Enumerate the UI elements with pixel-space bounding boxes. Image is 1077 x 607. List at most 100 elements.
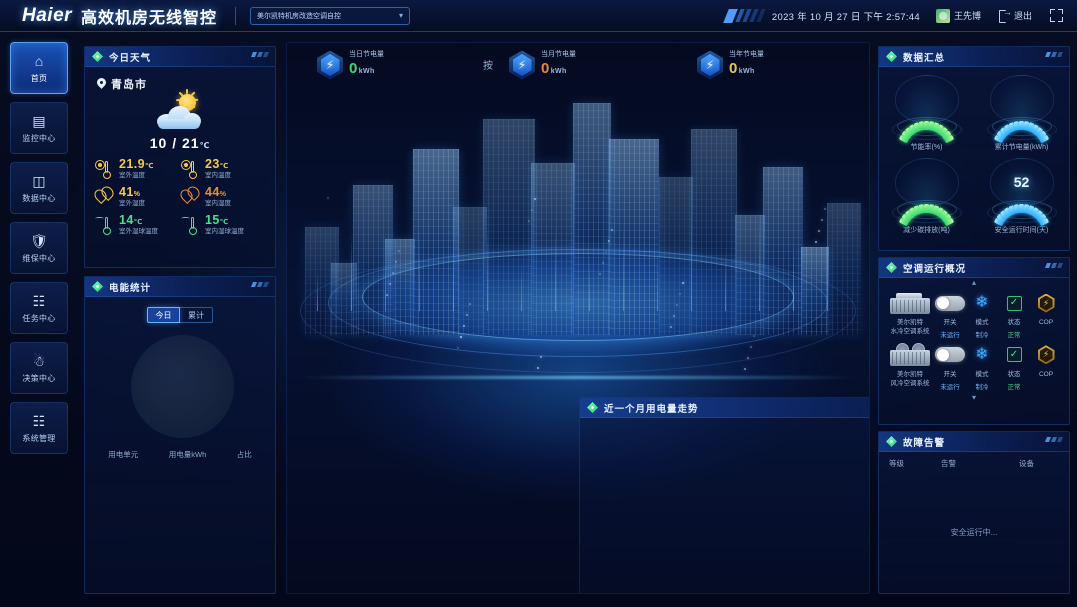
metric-label: 室外湿度 <box>119 200 145 208</box>
electricity-range-tabs: 今日 累计 <box>85 307 275 323</box>
weather-panel-header: 今日天气 <box>85 47 275 67</box>
header-right: 2023 年 10 月 27 日 下午 2:57:44 王先博 退出 <box>723 0 1077 31</box>
sidebar-item-label: 任务中心 <box>22 314 56 323</box>
gauge-visual <box>891 75 963 144</box>
temp-unit: ℃ <box>199 141 211 150</box>
building <box>483 119 535 335</box>
city-name: 青岛市 <box>111 79 147 91</box>
building <box>763 167 803 335</box>
ac-power-value: 未运行 <box>940 383 960 391</box>
weather-metric: 41% 室外湿度 <box>92 184 181 208</box>
metric-value: 44% <box>205 184 227 199</box>
water-chiller-icon <box>888 290 932 316</box>
diamond-icon <box>886 436 897 447</box>
chevron-down-icon[interactable]: ▾ <box>879 393 1069 402</box>
sidebar-item-home[interactable]: ⌂ 首页 <box>10 42 68 94</box>
brand-logo: Haier <box>22 4 73 26</box>
ac-power-value: 未运行 <box>940 331 960 339</box>
trend-panel-header: 近一个月用电量走势 <box>580 398 869 418</box>
metric-label: 室内湿度 <box>205 200 231 208</box>
avatar <box>935 8 950 23</box>
sidebar-item-data[interactable]: ◫ 数据中心 <box>10 162 68 214</box>
panel-decor <box>1044 52 1064 57</box>
logout-button[interactable]: 退出 <box>998 7 1032 23</box>
particle <box>753 335 755 337</box>
ac-cop: ⚡ COP <box>1031 342 1061 380</box>
tab-today[interactable]: 今日 <box>147 307 180 323</box>
toggle-off-icon[interactable] <box>935 295 965 311</box>
sitemap-icon: ☷ <box>32 412 46 429</box>
sidebar-item-monitoring[interactable]: ▤ 监控中心 <box>10 102 68 154</box>
wet-bulb-icon <box>95 213 114 236</box>
logout-label: 退出 <box>1013 11 1032 21</box>
ac-power[interactable]: 开关 未运行 <box>935 290 965 339</box>
kpi-value: 0kWh <box>349 60 375 77</box>
gauge-visual <box>986 75 1058 144</box>
summary-gauge-grid: 节能率(%) 累计节电量(kWh) 减少碳排放(吨) 52 安全运行时间(天) <box>879 71 1069 237</box>
gauge-value: 52 <box>1013 174 1030 190</box>
air-chiller-icon <box>888 342 932 368</box>
ac-power-label: 开关 <box>943 319 957 326</box>
site-selector[interactable]: 美尔凯特机房改造空调自控 ▾ <box>250 6 411 25</box>
particle <box>327 197 329 199</box>
sun-thermometer-icon <box>95 157 114 180</box>
alarm-panel-title: 故障告警 <box>903 437 946 449</box>
particle <box>747 357 749 359</box>
toggle-off-icon[interactable] <box>935 347 965 363</box>
user-info[interactable]: 王先博 <box>935 8 981 23</box>
ac-cop-label: COP <box>1038 370 1054 378</box>
sidebar-item-tasks[interactable]: ☷ 任务中心 <box>10 282 68 334</box>
ac-row-water-cooled[interactable]: 美尔凯特 水冷空调系统 开关 未运行 ❄ 模式 制冷 ✓ 状态 正常 ⚡ COP <box>879 287 1069 339</box>
diamond-icon <box>92 281 103 292</box>
header-datetime: 2023 年 10 月 27 日 下午 2:57:44 <box>771 11 920 23</box>
kpi-label: 当年节电量 <box>729 51 764 59</box>
ac-row-air-cooled[interactable]: 美尔凯特 风冷空调系统 开关 未运行 ❄ 模式 制冷 ✓ 状态 正常 ⚡ COP <box>879 339 1069 391</box>
sidebar-item-maintenance[interactable]: 🛡 维保中心 <box>10 222 68 274</box>
ac-panel-header: 空调运行概况 <box>879 258 1069 278</box>
panel-decor <box>1044 437 1064 442</box>
particle <box>457 347 459 349</box>
column-header-kwh: 用电量kWh <box>168 450 207 459</box>
kpi-monthly-saving: ⚡ 当月节电量 0kWh <box>509 50 576 80</box>
summary-panel-header: 数据汇总 <box>879 47 1069 67</box>
ac-cop-label: COP <box>1038 319 1054 326</box>
ac-state: ✓ 状态 正常 <box>999 290 1029 339</box>
wet-bulb-icon <box>181 213 200 236</box>
building <box>691 129 737 335</box>
column-header-device: 设备 <box>1019 459 1034 468</box>
ac-state-label: 状态 <box>1007 370 1021 378</box>
fullscreen-icon[interactable] <box>1050 9 1063 22</box>
bulb-icon: ☃ <box>32 352 46 369</box>
particle <box>537 367 539 369</box>
snowflake-icon: ❄ <box>975 345 989 363</box>
weather-metric: 23℃ 室内温度 <box>181 157 267 180</box>
sidebar-item-label: 系统管理 <box>22 434 56 443</box>
diamond-icon <box>886 262 897 273</box>
city-3d-visual <box>287 77 869 407</box>
dashboard-root: Haier 高效机房无线智控 美尔凯特机房改造空调自控 ▾ 2023 年 10 … <box>0 0 1077 607</box>
column-header-level: 等级 <box>889 459 904 468</box>
particle <box>818 230 820 232</box>
metric-value: 15℃ <box>205 212 229 227</box>
logout-icon <box>998 7 1012 23</box>
ac-cop: ⚡ COP <box>1031 290 1061 328</box>
weather-metric: 15℃ 室内湿球温度 <box>181 213 267 236</box>
chevron-up-icon[interactable]: ▴ <box>879 278 1069 287</box>
tab-cumulative[interactable]: 累计 <box>180 307 213 323</box>
location-pin-icon <box>97 78 106 90</box>
building <box>573 103 611 335</box>
particle <box>750 346 752 348</box>
ac-power[interactable]: 开关 未运行 <box>935 342 965 391</box>
sidebar-item-label: 维保中心 <box>22 254 56 263</box>
sidebar-item-system[interactable]: ☷ 系统管理 <box>10 402 68 454</box>
building <box>659 177 693 335</box>
stage-press-hint: 按 <box>483 61 493 72</box>
panel-decor <box>1044 263 1064 268</box>
panel-decor <box>250 52 270 57</box>
weather-panel-title: 今日天气 <box>109 52 152 64</box>
building <box>531 163 575 335</box>
sun-thermometer-icon <box>181 157 200 180</box>
sidebar-item-decision[interactable]: ☃ 决策中心 <box>10 342 68 394</box>
weather-main: 10 / 21℃ <box>85 89 275 151</box>
weather-metric-grid: 21.9℃ 室外温度 23℃ 室内温度 41% 室外湿度 44% 室内湿度 14… <box>92 157 267 236</box>
